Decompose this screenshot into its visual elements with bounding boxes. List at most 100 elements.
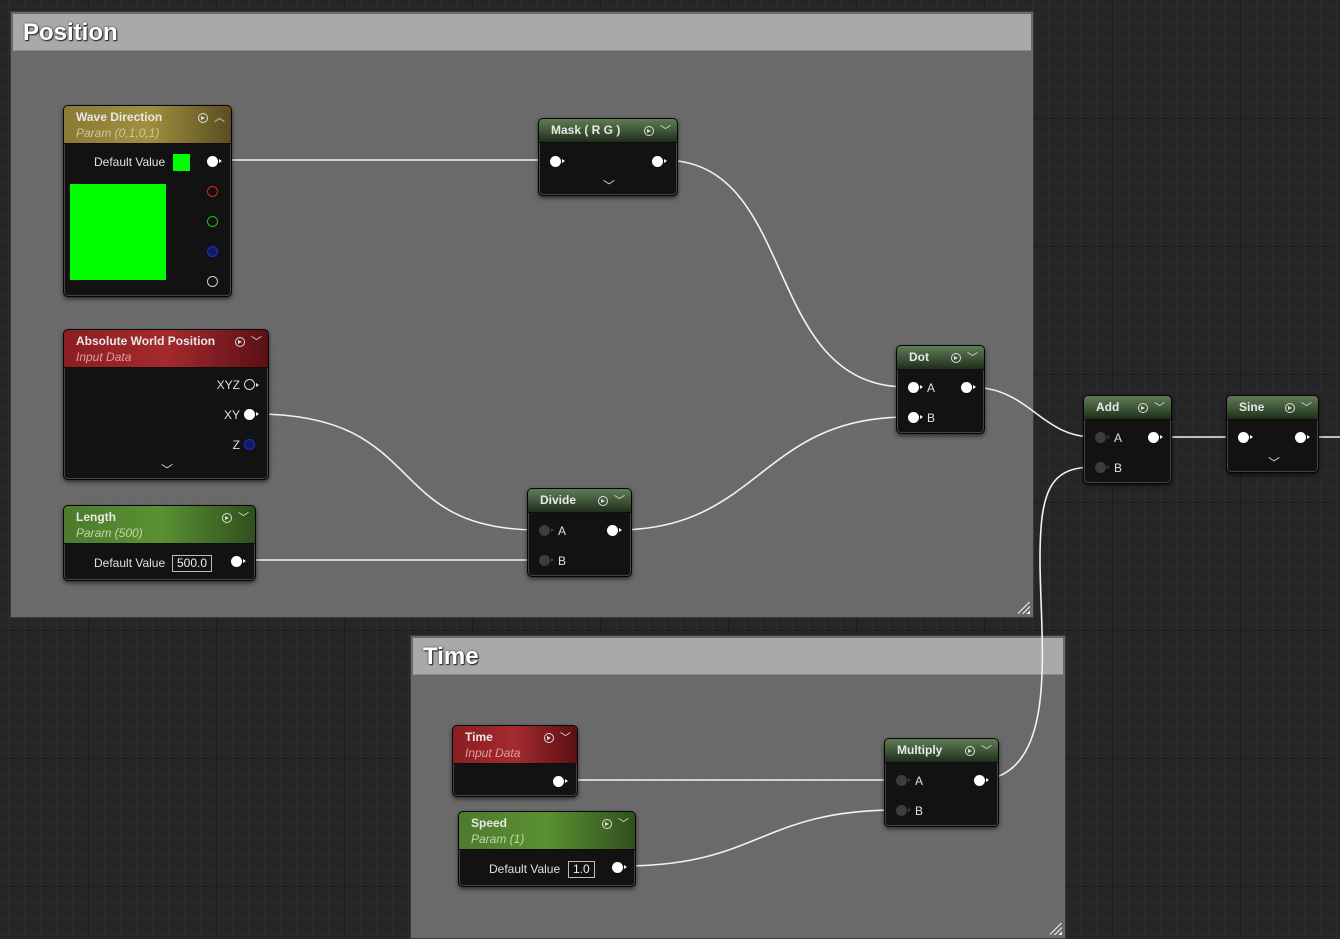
chevron-down-icon[interactable]: ﹀ bbox=[603, 177, 615, 194]
input-pin-a[interactable] bbox=[896, 775, 911, 786]
input-pin-b[interactable] bbox=[908, 412, 923, 423]
chevron-down-icon[interactable]: ﹀ bbox=[1301, 403, 1312, 414]
input-pin[interactable] bbox=[550, 156, 565, 167]
node-header[interactable]: Absolute World Position Input Data ﹀ bbox=[64, 330, 268, 368]
node-header[interactable]: Wave Direction Param (0,1,0,1) ︿ bbox=[64, 106, 231, 144]
default-value-input[interactable]: 1.0 bbox=[568, 861, 595, 878]
color-preview bbox=[70, 184, 166, 280]
output-pin-r[interactable] bbox=[207, 186, 218, 197]
resize-handle-icon[interactable] bbox=[1018, 602, 1030, 614]
comment-title: Position bbox=[23, 19, 118, 46]
output-pin[interactable] bbox=[1148, 432, 1163, 443]
chevron-down-icon[interactable]: ﹀ bbox=[967, 353, 978, 364]
node-add[interactable]: Add ﹀ A B bbox=[1083, 395, 1172, 484]
chevron-down-icon[interactable]: ﹀ bbox=[660, 126, 671, 137]
output-pin-xy[interactable] bbox=[244, 409, 259, 420]
output-pin[interactable] bbox=[974, 775, 989, 786]
preview-play-icon[interactable] bbox=[1285, 403, 1295, 413]
output-pin[interactable] bbox=[553, 776, 568, 787]
preview-play-icon[interactable] bbox=[598, 496, 608, 506]
chevron-down-icon[interactable]: ﹀ bbox=[560, 733, 571, 744]
comment-title-bar[interactable]: Time bbox=[413, 638, 1063, 675]
color-swatch[interactable] bbox=[173, 154, 190, 171]
node-header[interactable]: Multiply ﹀ bbox=[885, 739, 998, 763]
node-divide[interactable]: Divide ﹀ A B bbox=[527, 488, 632, 577]
node-header[interactable]: Speed Param (1) ﹀ bbox=[459, 812, 635, 850]
input-pin-b[interactable] bbox=[539, 555, 554, 566]
input-pin[interactable] bbox=[1238, 432, 1253, 443]
output-pin-z[interactable] bbox=[244, 439, 255, 450]
preview-play-icon[interactable] bbox=[235, 337, 245, 347]
pin-label-a: A bbox=[558, 524, 567, 538]
pin-label-a: A bbox=[915, 774, 924, 788]
preview-play-icon[interactable] bbox=[1138, 403, 1148, 413]
node-absolute-world-position[interactable]: Absolute World Position Input Data ﹀ XYZ… bbox=[63, 329, 269, 480]
preview-play-icon[interactable] bbox=[644, 126, 654, 136]
chevron-down-icon[interactable]: ﹀ bbox=[618, 819, 629, 830]
pin-label-a: A bbox=[927, 381, 936, 395]
input-pin-a[interactable] bbox=[539, 525, 554, 536]
input-pin-b[interactable] bbox=[1095, 462, 1110, 473]
node-header[interactable]: Dot ﹀ bbox=[897, 346, 984, 370]
output-pin-xyz[interactable] bbox=[244, 379, 259, 390]
output-pin-g[interactable] bbox=[207, 216, 218, 227]
chevron-down-icon[interactable]: ﹀ bbox=[251, 337, 262, 348]
preview-play-icon[interactable] bbox=[198, 113, 208, 123]
pin-label-a: A bbox=[1114, 431, 1123, 445]
node-header[interactable]: Divide ﹀ bbox=[528, 489, 631, 513]
preview-play-icon[interactable] bbox=[965, 746, 975, 756]
comment-title: Time bbox=[423, 643, 479, 670]
chevron-down-icon[interactable]: ﹀ bbox=[614, 496, 625, 507]
node-speed[interactable]: Speed Param (1) ﹀ Default Value 1.0 bbox=[458, 811, 636, 887]
node-header[interactable]: Length Param (500) ﹀ bbox=[64, 506, 255, 544]
output-pin[interactable] bbox=[612, 862, 627, 873]
pin-label-b: B bbox=[558, 554, 567, 568]
node-time[interactable]: Time Input Data ﹀ bbox=[452, 725, 578, 797]
output-pin[interactable] bbox=[607, 525, 622, 536]
chevron-down-icon[interactable]: ﹀ bbox=[238, 513, 249, 524]
output-pin-b[interactable] bbox=[207, 246, 218, 257]
chevron-up-icon[interactable]: ︿ bbox=[214, 113, 225, 124]
pin-label-xyz: XYZ bbox=[216, 378, 240, 392]
input-pin-a[interactable] bbox=[908, 382, 923, 393]
node-title: Divide bbox=[540, 493, 577, 507]
node-header[interactable]: Time Input Data ﹀ bbox=[453, 726, 577, 764]
pin-label-default-value: Default Value bbox=[489, 862, 561, 876]
output-pin-a[interactable] bbox=[207, 276, 218, 287]
resize-handle-icon[interactable] bbox=[1050, 923, 1062, 935]
preview-play-icon[interactable] bbox=[951, 353, 961, 363]
output-pin[interactable] bbox=[652, 156, 667, 167]
node-title: Absolute World Position bbox=[76, 334, 216, 348]
pin-label-b: B bbox=[915, 804, 924, 818]
output-pin[interactable] bbox=[231, 556, 246, 567]
pin-label-b: B bbox=[927, 411, 936, 425]
output-pin[interactable] bbox=[961, 382, 976, 393]
output-pin[interactable] bbox=[1295, 432, 1310, 443]
preview-play-icon[interactable] bbox=[222, 513, 232, 523]
node-title: Sine bbox=[1239, 400, 1265, 414]
output-pin-rgba[interactable] bbox=[207, 156, 222, 167]
preview-play-icon[interactable] bbox=[602, 819, 612, 829]
chevron-down-icon[interactable]: ﹀ bbox=[1268, 454, 1280, 471]
input-pin-a[interactable] bbox=[1095, 432, 1110, 443]
node-header[interactable]: Add ﹀ bbox=[1084, 396, 1171, 420]
node-header[interactable]: Sine ﹀ bbox=[1227, 396, 1318, 420]
node-sine[interactable]: Sine ﹀ ﹀ bbox=[1226, 395, 1319, 473]
node-title: Multiply bbox=[897, 743, 943, 757]
node-mask-rg[interactable]: Mask ( R G ) ﹀ ﹀ bbox=[538, 118, 678, 196]
node-header[interactable]: Mask ( R G ) ﹀ bbox=[539, 119, 677, 143]
node-title: Length bbox=[76, 510, 116, 524]
preview-play-icon[interactable] bbox=[544, 733, 554, 743]
node-subtitle: Param (0,1,0,1) bbox=[76, 126, 160, 140]
chevron-down-icon[interactable]: ﹀ bbox=[161, 461, 173, 478]
input-pin-b[interactable] bbox=[896, 805, 911, 816]
node-length[interactable]: Length Param (500) ﹀ Default Value 500.0 bbox=[63, 505, 256, 581]
node-wave-direction[interactable]: Wave Direction Param (0,1,0,1) ︿ Default… bbox=[63, 105, 232, 297]
node-multiply[interactable]: Multiply ﹀ A B bbox=[884, 738, 999, 827]
chevron-down-icon[interactable]: ﹀ bbox=[981, 746, 992, 757]
default-value-input[interactable]: 500.0 bbox=[172, 555, 213, 572]
pin-label-xy: XY bbox=[223, 408, 240, 422]
comment-title-bar[interactable]: Position bbox=[13, 14, 1031, 51]
chevron-down-icon[interactable]: ﹀ bbox=[1154, 403, 1165, 414]
node-dot[interactable]: Dot ﹀ A B bbox=[896, 345, 985, 434]
